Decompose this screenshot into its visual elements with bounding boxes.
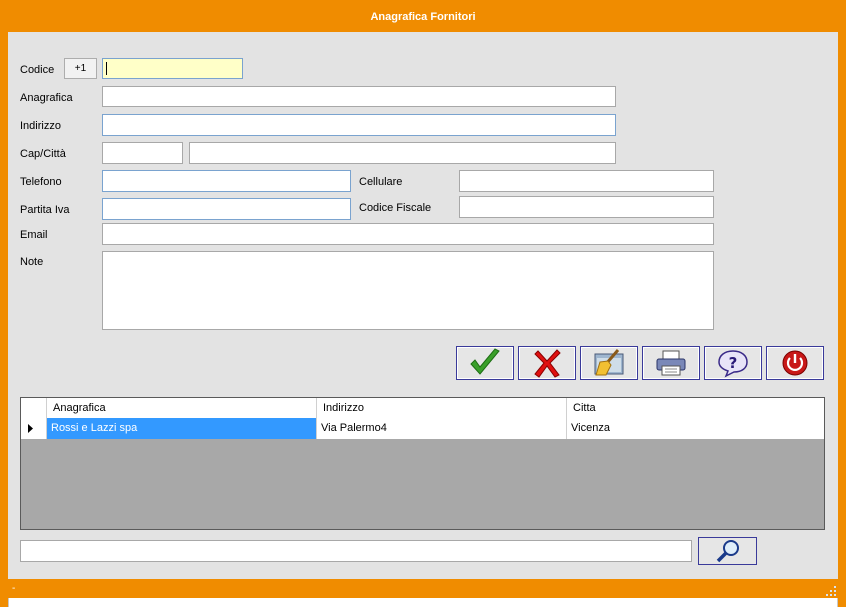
svg-text:?: ? — [729, 354, 738, 372]
help-question-icon: ? — [718, 350, 748, 378]
column-header-anagrafica[interactable]: Anagrafica — [47, 398, 317, 418]
suppliers-grid[interactable]: Anagrafica Indirizzo Citta Rossi e Lazzi… — [20, 397, 825, 530]
partita-iva-label: Partita Iva — [20, 204, 70, 216]
citta-input[interactable] — [189, 142, 616, 164]
cellulare-input[interactable] — [459, 170, 714, 192]
save-button[interactable] — [456, 346, 514, 380]
row-header-corner — [21, 398, 47, 418]
column-header-indirizzo[interactable]: Indirizzo — [317, 398, 567, 418]
codice-fiscale-label: Codice Fiscale — [359, 202, 432, 214]
anagrafica-label: Anagrafica — [20, 92, 73, 104]
x-cross-icon — [534, 349, 561, 378]
telefono-label: Telefono — [20, 176, 62, 188]
text-caret — [106, 62, 107, 75]
search-input[interactable] — [20, 540, 692, 562]
resize-grip-icon[interactable] — [826, 586, 836, 596]
cellulare-label: Cellulare — [359, 176, 403, 188]
broom-clear-icon — [594, 349, 624, 376]
codice-fiscale-input[interactable] — [459, 196, 714, 218]
column-header-citta[interactable]: Citta — [567, 398, 824, 418]
email-label: Email — [20, 229, 48, 241]
help-button[interactable]: ? — [704, 346, 762, 380]
cancel-button[interactable] — [518, 346, 576, 380]
clear-button[interactable] — [580, 346, 638, 380]
window-bottom-border — [8, 598, 838, 607]
print-button[interactable] — [642, 346, 700, 380]
note-label: Note — [20, 256, 44, 268]
email-input[interactable] — [102, 223, 714, 245]
indirizzo-label: Indirizzo — [20, 120, 61, 132]
cell-indirizzo[interactable]: Via Palermo4 — [317, 418, 567, 439]
cap-citta-label: Cap/Città — [20, 148, 66, 160]
status-text: - — [12, 583, 16, 594]
magnifier-icon — [716, 540, 739, 563]
telefono-input[interactable] — [102, 170, 351, 192]
table-row[interactable]: Rossi e Lazzi spa Via Palermo4 Vicenza — [21, 418, 824, 439]
partita-iva-input[interactable] — [102, 198, 351, 220]
grid-header: Anagrafica Indirizzo Citta — [21, 398, 824, 419]
power-exit-icon — [782, 350, 808, 376]
printer-icon — [656, 350, 686, 376]
app-window: Anagrafica Fornitori Codice +1 Anagrafic… — [0, 0, 846, 607]
cell-anagrafica[interactable]: Rossi e Lazzi spa — [47, 418, 317, 439]
status-bar: - — [8, 579, 838, 598]
note-textarea[interactable] — [102, 251, 714, 330]
search-button[interactable] — [698, 537, 757, 565]
window-title: Anagrafica Fornitori — [0, 0, 846, 32]
codice-increment-button[interactable]: +1 — [64, 58, 97, 79]
indirizzo-input[interactable] — [102, 114, 616, 136]
codice-label: Codice — [20, 64, 55, 76]
cell-citta[interactable]: Vicenza — [567, 418, 824, 439]
row-pointer-icon — [21, 418, 47, 439]
anagrafica-input[interactable] — [102, 86, 616, 107]
cap-input[interactable] — [102, 142, 183, 164]
checkmark-icon — [470, 348, 500, 375]
exit-button[interactable] — [766, 346, 824, 380]
codice-input[interactable] — [102, 58, 243, 79]
